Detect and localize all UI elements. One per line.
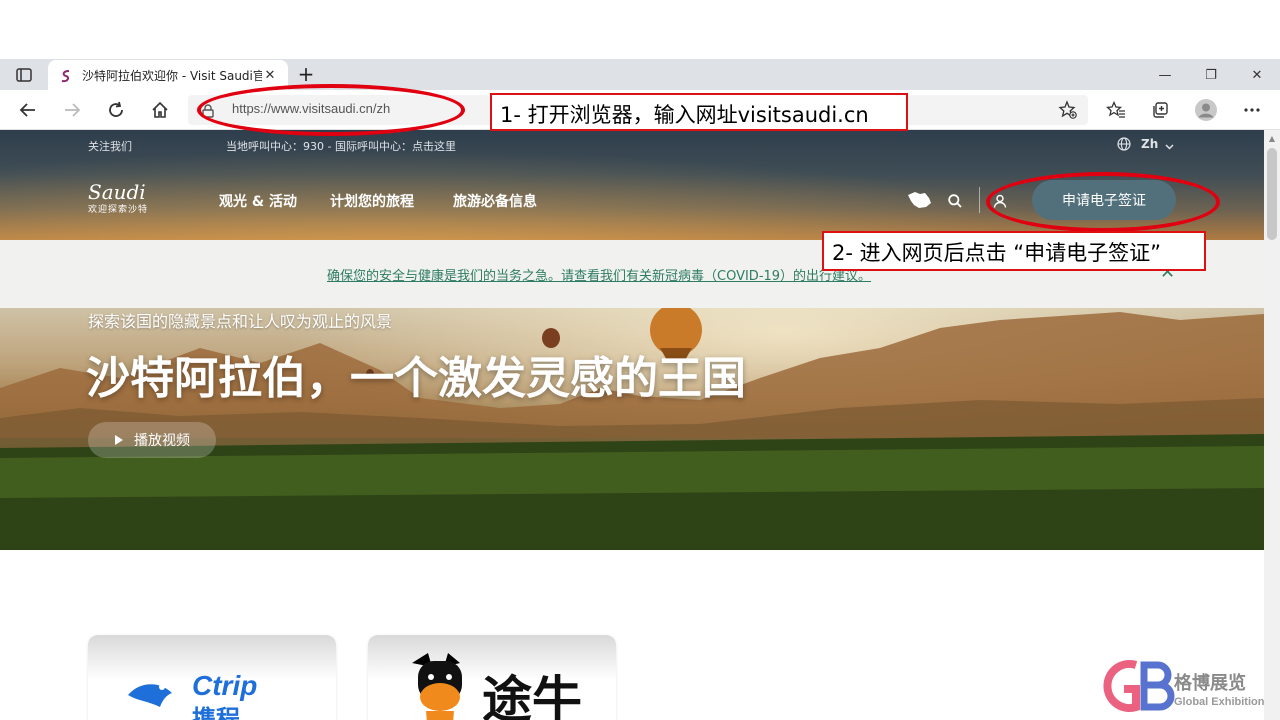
follow-us-link[interactable]: 关注我们 <box>88 138 132 154</box>
nav-sightseeing[interactable]: 观光 & 活动 <box>219 191 297 211</box>
hotline-text[interactable]: 当地呼叫中心：930 - 国际呼叫中心：点击这里 <box>226 138 456 154</box>
screen: 沙特阿拉伯欢迎你 - Visit Saudi官 ✕ + — ❐ ✕ https:… <box>0 0 1280 720</box>
close-window-button[interactable]: ✕ <box>1234 60 1280 90</box>
home-icon[interactable] <box>146 96 174 124</box>
restore-button[interactable]: ❐ <box>1188 60 1234 90</box>
hero-banner: 探索该国的隐藏景点和让人叹为观止的风景 沙特阿拉伯，一个激发灵感的王国 播放视频 <box>0 308 1264 550</box>
tab-title: 沙特阿拉伯欢迎你 - Visit Saudi官 <box>82 69 262 83</box>
saudi-map-icon[interactable] <box>906 190 932 214</box>
forward-icon[interactable] <box>58 96 86 124</box>
back-icon[interactable] <box>14 96 42 124</box>
nav-plan-trip[interactable]: 计划您的旅程 <box>330 191 414 211</box>
collections-icon[interactable] <box>1146 96 1174 124</box>
logo-script: Saudi <box>88 180 146 204</box>
play-video-label: 播放视频 <box>134 433 190 449</box>
covid-notice-link[interactable]: 确保您的安全与健康是我们的当务之急。请查看我们有关新冠病毒（COVID-19）的… <box>327 265 871 284</box>
partner-card-ctrip[interactable]: Ctrip 携程 <box>88 635 336 720</box>
ctrip-logo: Ctrip 携程 <box>128 670 257 720</box>
language-selector[interactable]: Zh <box>1141 137 1158 151</box>
minimize-button[interactable]: — <box>1142 60 1188 90</box>
annotation-step2: 2- 进入网页后点击 “申请电子签证” <box>822 231 1206 271</box>
visit-saudi-logo[interactable]: Saudi 欢迎探索沙特 <box>88 180 168 220</box>
utility-bar: 关注我们 当地呼叫中心：930 - 国际呼叫中心：点击这里 Zh <box>0 130 1264 158</box>
globe-icon[interactable] <box>1117 137 1131 154</box>
search-icon[interactable] <box>948 193 962 212</box>
tab-actions-icon[interactable] <box>12 65 36 85</box>
new-tab-button[interactable]: + <box>294 62 318 86</box>
annotation-step1: 1- 打开浏览器，输入网址visitsaudi.cn <box>490 93 908 131</box>
tuniu-logo: 途牛 <box>412 653 582 720</box>
ctrip-name: Ctrip <box>192 670 257 701</box>
hero-headline: 沙特阿拉伯，一个激发灵感的王国 <box>86 353 746 404</box>
ctrip-sub: 携程 <box>192 705 240 720</box>
reload-icon[interactable] <box>102 96 130 124</box>
more-menu-icon[interactable] <box>1238 96 1266 124</box>
chevron-down-icon[interactable] <box>1165 140 1174 153</box>
tuniu-name: 途牛 <box>482 671 582 720</box>
profile-avatar-icon[interactable] <box>1192 96 1220 124</box>
tab-close-icon[interactable]: ✕ <box>262 68 278 84</box>
page-scrollbar[interactable]: ▲ <box>1264 130 1280 720</box>
scrollbar-thumb[interactable] <box>1267 148 1277 240</box>
annotation-ellipse-url <box>197 84 465 136</box>
nav-divider <box>979 187 980 213</box>
saudi-favicon-icon <box>58 68 74 84</box>
nav-travel-info[interactable]: 旅游必备信息 <box>453 191 537 211</box>
watermark-cn: 格博展览 <box>1174 672 1246 694</box>
favorites-icon[interactable] <box>1102 96 1130 124</box>
scroll-up-icon[interactable]: ▲ <box>1267 134 1277 144</box>
play-video-button[interactable]: 播放视频 <box>88 422 216 458</box>
watermark-en: Global Exhibition <box>1174 696 1265 708</box>
browser-tab[interactable]: 沙特阿拉伯欢迎你 - Visit Saudi官 ✕ <box>48 60 288 91</box>
gb-logo-icon: 格博展览 Global Exhibition <box>1103 660 1265 712</box>
annotation-ellipse-visa <box>986 172 1220 232</box>
hero-kicker: 探索该国的隐藏景点和让人叹为观止的风景 <box>88 312 393 331</box>
global-exhibition-watermark: 格博展览 Global Exhibition <box>1100 655 1280 715</box>
logo-subtitle: 欢迎探索沙特 <box>88 205 149 215</box>
play-icon <box>115 435 123 445</box>
partner-card-tuniu[interactable]: 途牛 <box>368 635 616 720</box>
favorite-add-icon[interactable] <box>1058 100 1078 120</box>
